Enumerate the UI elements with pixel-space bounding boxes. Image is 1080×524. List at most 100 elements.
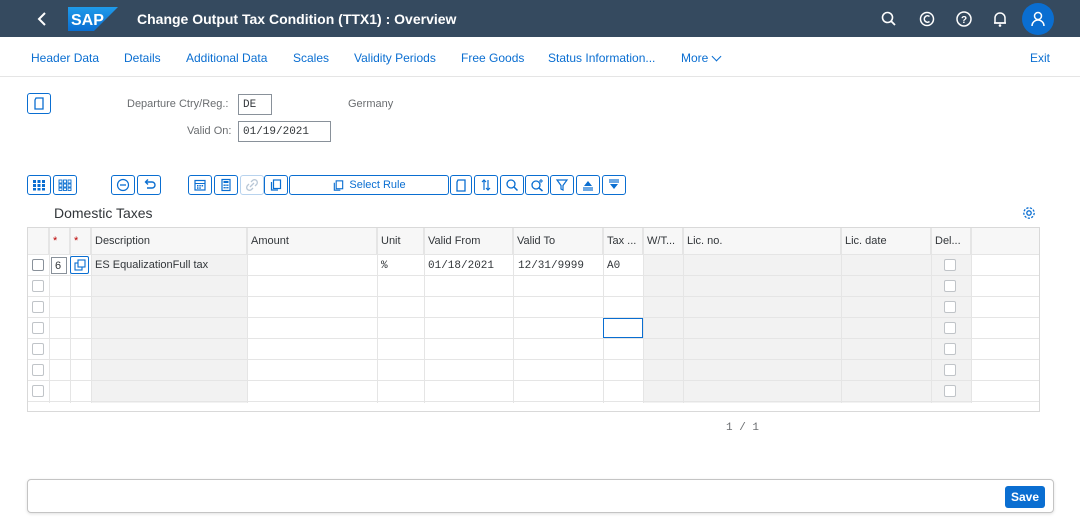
country-field[interactable]: DE xyxy=(238,94,272,115)
row-del-checkbox[interactable] xyxy=(944,301,956,313)
sap-logo-text: SAP xyxy=(71,12,104,29)
sort-icon xyxy=(481,179,491,191)
row-tax[interactable]: A0 xyxy=(607,260,620,272)
valid-on-label: Valid On: xyxy=(187,125,232,137)
back-arrow-icon xyxy=(37,12,46,26)
sum-up-button[interactable] xyxy=(576,175,600,195)
header-valid-to[interactable]: Valid To xyxy=(513,228,603,254)
header-lic-date[interactable]: Lic. date xyxy=(841,228,931,254)
row-del-checkbox[interactable] xyxy=(944,385,956,397)
menu-scales[interactable]: Scales xyxy=(293,51,329,65)
calculator-icon xyxy=(221,178,231,192)
header-filler xyxy=(971,228,1039,254)
row-del-checkbox[interactable] xyxy=(944,259,956,271)
undo-icon xyxy=(144,179,156,189)
row-select-checkbox[interactable] xyxy=(32,259,44,271)
delete-row-button[interactable] xyxy=(111,175,135,195)
header-lic-no[interactable]: Lic. no. xyxy=(683,228,841,254)
link-button[interactable] xyxy=(240,175,264,195)
row-field-key[interactable]: 6 xyxy=(51,257,67,274)
document-icon xyxy=(456,178,466,192)
menu-bar: Header Data Details Additional Data Scal… xyxy=(0,37,1080,77)
row-select-checkbox[interactable] xyxy=(32,364,44,376)
menu-additional-data[interactable]: Additional Data xyxy=(186,51,267,65)
popup-icon xyxy=(73,259,86,271)
joule-icon[interactable] xyxy=(918,10,936,28)
calculator-button[interactable] xyxy=(214,175,238,195)
exit-button[interactable]: Exit xyxy=(1030,51,1050,65)
user-avatar[interactable] xyxy=(1022,3,1054,35)
header-required-1: * xyxy=(49,228,70,254)
row-description: ES EqualizationFull tax xyxy=(95,259,209,271)
conditions-table: * * Description Amount Unit Valid From V… xyxy=(27,227,1040,412)
menu-validity-periods[interactable]: Validity Periods xyxy=(354,51,436,65)
pager: 1 / 1 xyxy=(726,422,760,434)
row-select-checkbox[interactable] xyxy=(32,280,44,292)
copy-icon xyxy=(334,179,344,191)
row-valid-from[interactable]: 01/18/2021 xyxy=(428,260,494,272)
header-amount[interactable]: Amount xyxy=(247,228,377,254)
menu-status-information[interactable]: Status Information... xyxy=(548,51,655,65)
row-select-checkbox[interactable] xyxy=(32,301,44,313)
header-valid-from[interactable]: Valid From xyxy=(424,228,513,254)
row-del-checkbox[interactable] xyxy=(944,322,956,334)
details-button[interactable] xyxy=(450,175,472,195)
select-all-icon xyxy=(33,180,45,191)
expand-down-button[interactable] xyxy=(602,175,626,195)
link-icon xyxy=(246,179,258,191)
menu-more[interactable]: More xyxy=(681,51,722,65)
row-detail-button[interactable] xyxy=(70,256,89,274)
deselect-all-icon xyxy=(58,179,72,191)
search-icon[interactable] xyxy=(880,10,898,28)
expand-down-icon xyxy=(609,179,619,189)
document-icon xyxy=(34,97,44,110)
section-title: Domestic Taxes xyxy=(54,205,153,221)
sort-button[interactable] xyxy=(474,175,498,195)
valid-on-field[interactable]: 01/19/2021 xyxy=(238,121,331,142)
country-label: Departure Ctry/Reg.: xyxy=(127,98,229,110)
undo-button[interactable] xyxy=(137,175,161,195)
collapse-up-icon xyxy=(583,181,593,191)
filter-button[interactable] xyxy=(550,175,574,195)
row-del-checkbox[interactable] xyxy=(944,364,956,376)
header-wt[interactable]: W/T... xyxy=(643,228,683,254)
footer-bar: Save xyxy=(27,479,1054,513)
find-next-button[interactable] xyxy=(525,175,549,195)
header-document-button[interactable] xyxy=(27,93,51,114)
table-settings-button[interactable] xyxy=(1021,205,1037,221)
row-select-checkbox[interactable] xyxy=(32,343,44,355)
help-icon[interactable]: ? xyxy=(955,10,973,28)
copy-icon xyxy=(270,179,282,191)
header-select xyxy=(28,228,49,254)
select-all-button[interactable] xyxy=(27,175,51,195)
copy-button[interactable] xyxy=(264,175,288,195)
find-button[interactable] xyxy=(500,175,524,195)
header-description[interactable]: Description xyxy=(91,228,247,254)
select-rule-label: Select Rule xyxy=(349,179,406,191)
header-tax[interactable]: Tax ... xyxy=(603,228,643,254)
deselect-all-button[interactable] xyxy=(53,175,77,195)
row-select-checkbox[interactable] xyxy=(32,385,44,397)
notification-bell-icon[interactable] xyxy=(991,10,1009,28)
tax-cell-focused[interactable] xyxy=(603,318,643,338)
row-del-checkbox[interactable] xyxy=(944,280,956,292)
back-button[interactable] xyxy=(30,8,54,30)
calendar-button[interactable] xyxy=(188,175,212,195)
header-unit[interactable]: Unit xyxy=(377,228,424,254)
filter-icon xyxy=(555,179,569,191)
row-del-checkbox[interactable] xyxy=(944,343,956,355)
save-button[interactable]: Save xyxy=(1004,486,1045,508)
page-title: Change Output Tax Condition (TTX1) : Ove… xyxy=(137,11,457,27)
minus-circle-icon xyxy=(116,178,130,192)
sap-logo[interactable]: SAP xyxy=(68,7,118,31)
chevron-down-icon xyxy=(711,51,722,62)
menu-details[interactable]: Details xyxy=(124,51,161,65)
row-valid-to[interactable]: 12/31/9999 xyxy=(518,260,584,272)
select-rule-button[interactable]: Select Rule xyxy=(289,175,449,195)
shell-bar: SAP Change Output Tax Condition (TTX1) :… xyxy=(0,0,1080,37)
row-unit[interactable]: % xyxy=(381,260,388,272)
row-select-checkbox[interactable] xyxy=(32,322,44,334)
menu-free-goods[interactable]: Free Goods xyxy=(461,51,524,65)
menu-header-data[interactable]: Header Data xyxy=(31,51,99,65)
header-del[interactable]: Del... xyxy=(931,228,971,254)
